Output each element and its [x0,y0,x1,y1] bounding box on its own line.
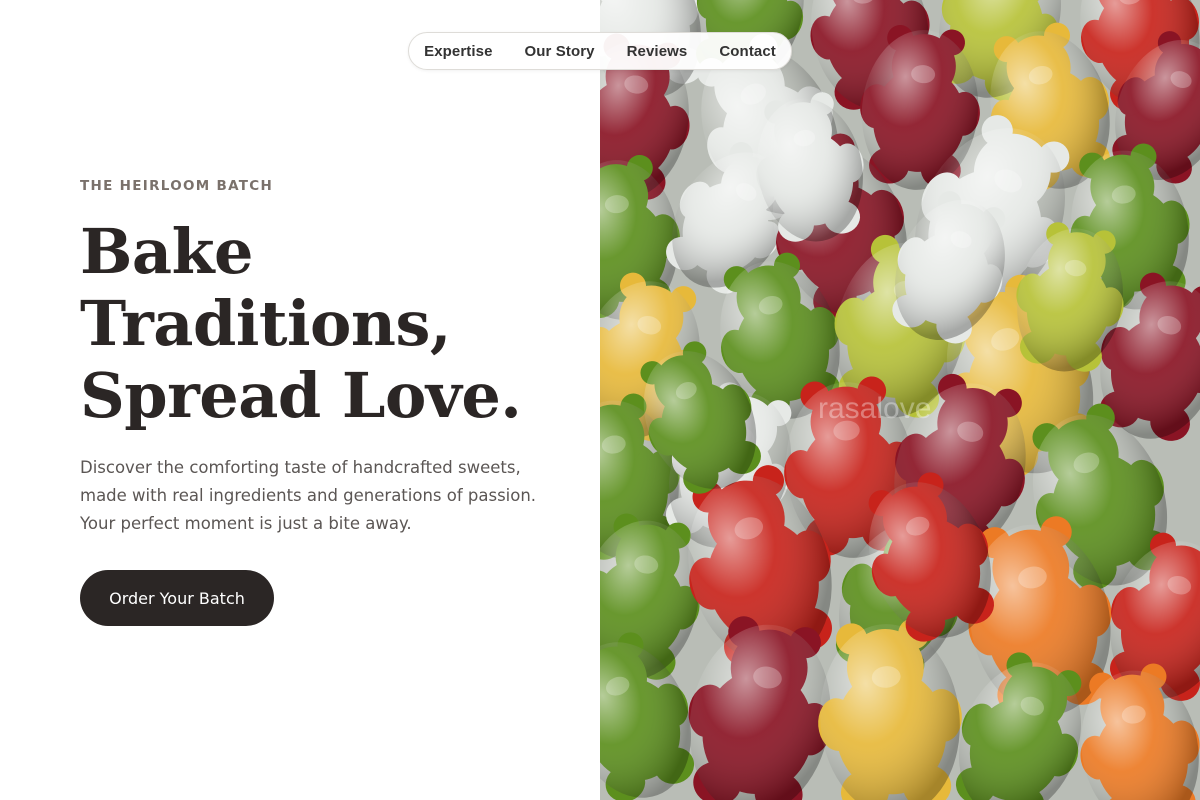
nav-link-contact[interactable]: Contact [719,43,776,60]
nav-link-expertise[interactable]: Expertise [424,43,492,60]
nav-link-our-story[interactable]: Our Story [525,43,595,60]
gummy-bears-photo: rasalove [600,0,1200,800]
hero-description: Discover the comforting taste of handcra… [80,458,537,533]
hero-headline: Bake Traditions, Spread Love. [80,215,522,432]
nav-link-reviews[interactable]: Reviews [627,43,688,60]
headline-line-3: Spread Love. [80,359,522,432]
headline-line-1: Bake [80,215,253,288]
headline-line-2: Traditions, [80,287,451,360]
watermark-text: rasalove [818,392,931,425]
hero-left-pane: THE HEIRLOOM BATCH Bake Traditions, Spre… [0,0,600,800]
hero-eyebrow: THE HEIRLOOM BATCH [80,178,274,194]
order-batch-button[interactable]: Order Your Batch [80,570,274,626]
gummy-bears-illustration: rasalove [600,0,1200,800]
top-nav: Expertise Our Story Reviews Contact [408,32,792,70]
